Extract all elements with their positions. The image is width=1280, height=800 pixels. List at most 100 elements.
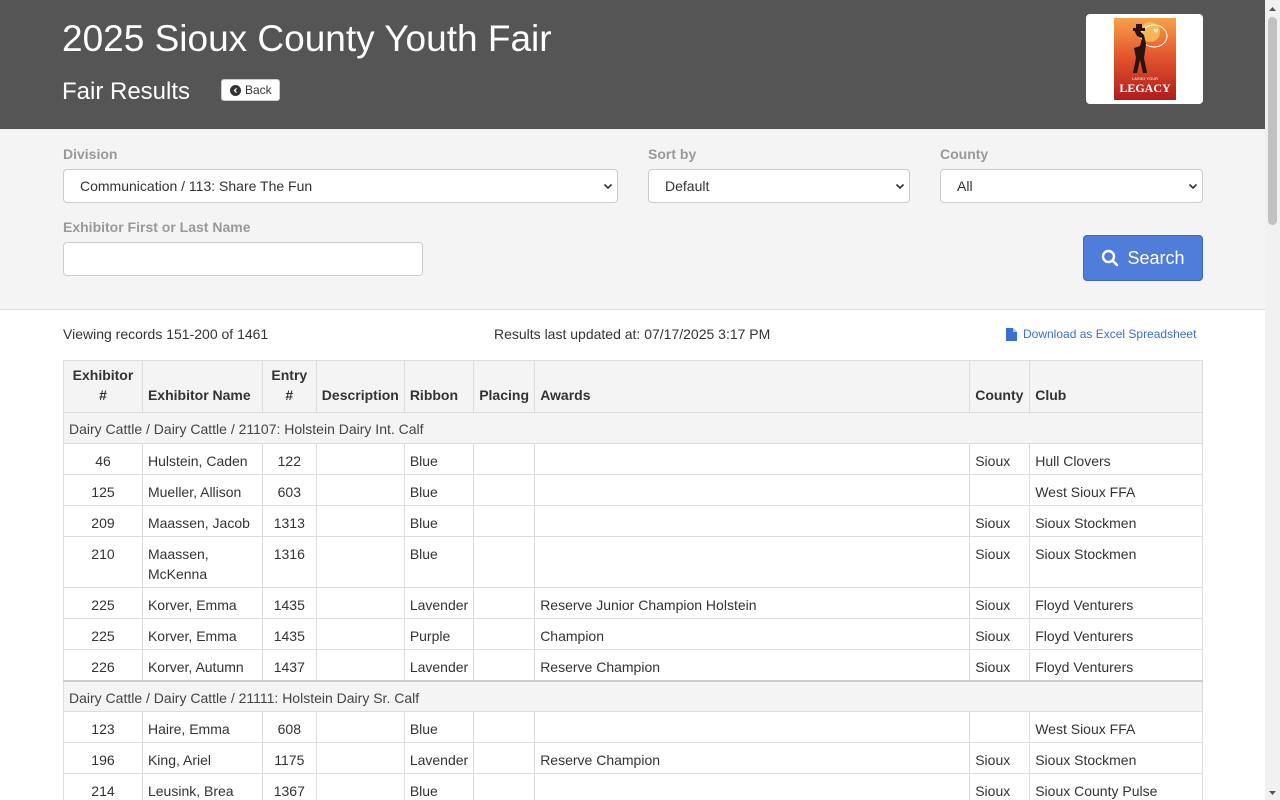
division-select[interactable]: Communication / 113: Share The Fun (63, 169, 618, 203)
last-updated: Results last updated at: 07/17/2025 3:17… (494, 326, 771, 342)
page-subtitle: Fair Results (62, 78, 191, 105)
scrollbar-thumb[interactable] (1268, 17, 1277, 225)
arrow-circle-left-icon (230, 84, 241, 96)
cell-awards: Reserve Champion (534, 649, 971, 681)
cell-ribbon: Lavender (403, 742, 475, 774)
col-county[interactable]: County (969, 360, 1031, 413)
cell-description (315, 587, 405, 619)
cell-county: Sioux (969, 536, 1031, 588)
cell-county (969, 711, 1031, 743)
cell-placing (473, 587, 536, 619)
cell-ribbon: Blue (403, 443, 475, 475)
cell-ribbon: Purple (403, 618, 475, 650)
table-row: 123 Haire, Emma 608 Blue West Sioux FFA (63, 711, 1203, 743)
scroll-up-icon[interactable] (1265, 2, 1280, 16)
cell-placing (473, 711, 536, 743)
division-select-value: Communication / 113: Share The Fun (80, 178, 313, 194)
cell-exhibitor-name: Korver, Emma (141, 618, 263, 650)
cell-exhibitor-num: 125 (63, 474, 143, 506)
col-entry-num[interactable]: Entry # (261, 360, 317, 413)
cell-entry-num: 603 (261, 474, 317, 506)
cell-club: Hull Clovers (1029, 443, 1203, 475)
file-icon (1006, 327, 1017, 341)
col-ribbon[interactable]: Ribbon (403, 360, 475, 413)
back-button-label: Back (245, 83, 272, 97)
col-awards[interactable]: Awards (534, 360, 971, 413)
col-club[interactable]: Club (1029, 360, 1203, 413)
cell-exhibitor-num: 226 (63, 649, 143, 681)
cell-entry-num: 1313 (261, 505, 317, 537)
cell-placing (473, 618, 536, 650)
cell-ribbon: Lavender (403, 649, 475, 681)
cell-exhibitor-name: Korver, Emma (141, 587, 263, 619)
cell-entry-num: 1435 (261, 618, 317, 650)
cell-county: Sioux (969, 649, 1031, 681)
cell-exhibitor-num: 225 (63, 587, 143, 619)
download-excel-label: Download as Excel Spreadsheet (1023, 327, 1197, 341)
col-exhibitor-name[interactable]: Exhibitor Name (141, 360, 263, 413)
cell-awards: Reserve Junior Champion Holstein (534, 587, 971, 619)
cell-exhibitor-name: Haire, Emma (141, 711, 263, 743)
county-select-value: All (957, 178, 973, 194)
cell-club: West Sioux FFA (1029, 474, 1203, 506)
group-row: Dairy Cattle / Dairy Cattle / 21107: Hol… (63, 412, 1203, 444)
table-row: 225 Korver, Emma 1435 Lavender Reserve J… (63, 587, 1203, 619)
scroll-down-icon[interactable] (1265, 786, 1280, 800)
cell-exhibitor-num: 214 (63, 773, 143, 800)
search-icon (1102, 249, 1119, 267)
chevron-down-icon (603, 183, 613, 190)
cell-exhibitor-num: 196 (63, 742, 143, 774)
back-button[interactable]: Back (221, 79, 280, 101)
cell-county: Sioux (969, 505, 1031, 537)
table-row: 46 Hulstein, Caden 122 Blue Sioux Hull C… (63, 443, 1203, 475)
logo-word: LEGACY (1119, 81, 1171, 95)
sort-select[interactable]: Default (648, 169, 910, 203)
cell-club: Sioux County Pulse (1029, 773, 1203, 800)
cell-county: Sioux (969, 618, 1031, 650)
cell-county: Sioux (969, 773, 1031, 800)
cell-exhibitor-name: Maassen, McKenna (141, 536, 263, 588)
page-title: 2025 Sioux County Youth Fair (62, 18, 552, 59)
cell-awards (534, 711, 971, 743)
cell-exhibitor-name: Mueller, Allison (141, 474, 263, 506)
page-header: 2025 Sioux County Youth Fair Fair Result… (0, 0, 1265, 129)
download-excel-link[interactable]: Download as Excel Spreadsheet (1006, 327, 1196, 341)
col-placing[interactable]: Placing (473, 360, 536, 413)
cell-description (315, 536, 405, 588)
table-row: 210 Maassen, McKenna 1316 Blue Sioux Siou… (63, 536, 1203, 588)
cell-exhibitor-name: Leusink, Brea (141, 773, 263, 800)
table-row: 125 Mueller, Allison 603 Blue West Sioux… (63, 474, 1203, 506)
cell-entry-num: 122 (261, 443, 317, 475)
cell-awards (534, 443, 971, 475)
division-label: Division (63, 146, 118, 162)
search-button[interactable]: Search (1083, 235, 1203, 281)
cell-description (315, 773, 405, 800)
sort-select-value: Default (665, 178, 710, 194)
cell-county: Sioux (969, 443, 1031, 475)
cell-placing (473, 773, 536, 800)
table-row: 225 Korver, Emma 1435 Purple Champion Si… (63, 618, 1203, 650)
col-exhibitor-num[interactable]: Exhibitor # (63, 360, 143, 413)
table-row: 214 Leusink, Brea 1367 Blue Sioux Sioux … (63, 773, 1203, 800)
group-row: Dairy Cattle / Dairy Cattle / 21111: Hol… (63, 679, 1203, 712)
col-description[interactable]: Description (315, 360, 405, 413)
cell-club: Sioux Stockmen (1029, 742, 1203, 774)
cell-exhibitor-name: Maassen, Jacob (141, 505, 263, 537)
cell-ribbon: Blue (403, 474, 475, 506)
cell-placing (473, 443, 536, 475)
cell-description (315, 711, 405, 743)
results-table: Exhibitor # Exhibitor Name Entry # Descrip… (63, 360, 1203, 800)
cell-placing (473, 742, 536, 774)
cell-entry-num: 1367 (261, 773, 317, 800)
county-select[interactable]: All (940, 169, 1203, 203)
cell-exhibitor-num: 46 (63, 443, 143, 475)
chevron-down-icon (895, 183, 905, 190)
cell-exhibitor-name: Hulstein, Caden (141, 443, 263, 475)
exhibitor-name-input[interactable] (63, 242, 423, 276)
cell-awards: Champion (534, 618, 971, 650)
cell-description (315, 742, 405, 774)
scrollbar[interactable] (1265, 0, 1280, 800)
table-row: 196 King, Ariel 1175 Lavender Reserve Ch… (63, 742, 1203, 774)
cell-awards (534, 773, 971, 800)
fair-logo: LASSO YOUR LEGACY (1086, 14, 1203, 104)
